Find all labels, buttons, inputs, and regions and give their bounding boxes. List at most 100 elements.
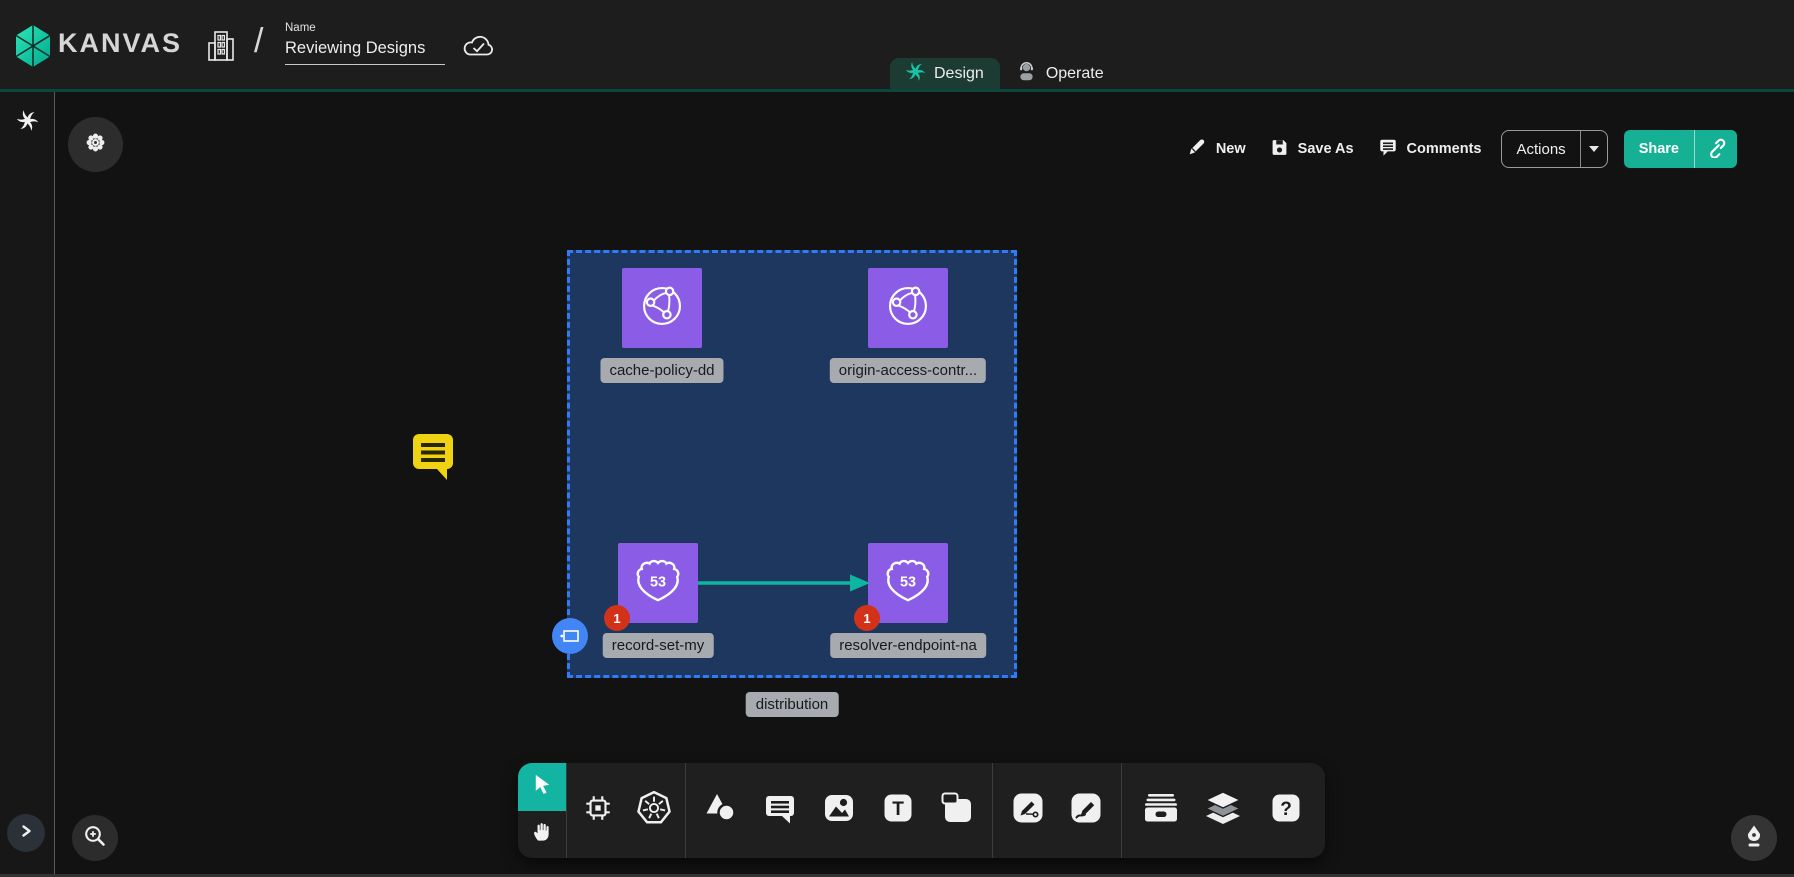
comment-lines-icon xyxy=(763,791,797,830)
zoom-in-button[interactable] xyxy=(72,815,118,861)
svg-text:53: 53 xyxy=(650,574,666,590)
tool-dock: T xyxy=(518,763,1325,858)
pan-tool[interactable] xyxy=(518,811,566,859)
text-tool-icon: T xyxy=(882,792,914,829)
text-tool[interactable]: T xyxy=(874,763,922,858)
hand-icon xyxy=(531,820,554,848)
comments-button[interactable]: Comments xyxy=(1378,137,1482,161)
kanvas-logo-icon xyxy=(13,24,53,73)
svg-text:T: T xyxy=(892,799,904,820)
node-label-cache-policy: cache-policy-dd xyxy=(600,358,723,383)
pen-path-tool[interactable] xyxy=(1004,763,1052,858)
design-name-field: Name xyxy=(285,22,445,65)
freehand-pencil-tool[interactable] xyxy=(1062,763,1110,858)
app-header: KANVAS / Name xyxy=(0,0,1794,92)
help-tool[interactable]: ? xyxy=(1262,763,1310,858)
left-sidebar xyxy=(0,92,55,877)
cursor-arrow-icon xyxy=(531,773,554,801)
caret-down-icon xyxy=(1589,146,1599,152)
comment-marker-icon[interactable] xyxy=(411,431,457,486)
shapes-tool[interactable] xyxy=(697,763,745,858)
layers-icon xyxy=(1203,789,1243,832)
selection-group-distribution[interactable]: 53 53 1 1 cache-po xyxy=(567,250,1017,678)
actions-caret-cell[interactable] xyxy=(1581,131,1607,167)
design-name-input[interactable] xyxy=(285,37,445,65)
chevron-right-icon xyxy=(19,824,33,843)
node-label-resolver-endpoint: resolver-endpoint-na xyxy=(830,633,986,658)
node-record-set[interactable]: 53 xyxy=(618,543,698,623)
drawer-archive-icon xyxy=(1142,792,1180,829)
card-icon xyxy=(939,790,975,831)
whiteboard-tools: T xyxy=(686,763,992,858)
design-spiral-icon xyxy=(906,62,925,86)
group-label-distribution: distribution xyxy=(746,692,839,717)
cloudfront-globe-icon xyxy=(637,281,687,336)
floppy-save-icon xyxy=(1270,138,1289,161)
chip-circuit-icon xyxy=(582,792,614,829)
resolver-endpoint-error-badge[interactable]: 1 xyxy=(854,605,880,631)
pointer-tool-column xyxy=(518,763,566,858)
utility-tools: ? xyxy=(1122,763,1324,858)
help-icon: ? xyxy=(1270,792,1302,829)
card-tool[interactable] xyxy=(933,763,981,858)
comment-tool[interactable] xyxy=(756,763,804,858)
sidebar-expand-button[interactable] xyxy=(7,814,45,852)
freehand-pencil-icon xyxy=(1069,791,1103,830)
svg-text:?: ? xyxy=(1280,799,1292,820)
new-button[interactable]: New xyxy=(1187,137,1246,161)
edge-record-set-to-resolver[interactable] xyxy=(698,572,870,599)
record-set-error-badge[interactable]: 1 xyxy=(604,605,630,631)
magnifier-plus-icon xyxy=(83,824,107,853)
app-spiral-icon[interactable] xyxy=(17,110,38,136)
pen-nib-icon xyxy=(1743,824,1765,853)
actions-dropdown-button[interactable]: Actions xyxy=(1501,130,1607,168)
archive-tool[interactable] xyxy=(1137,763,1185,858)
copy-link-button[interactable] xyxy=(1695,130,1737,168)
node-origin-access-control[interactable] xyxy=(868,268,948,348)
design-canvas[interactable]: New Save As xyxy=(0,92,1794,877)
share-button[interactable]: Share xyxy=(1624,130,1737,168)
components-tool[interactable] xyxy=(574,763,622,858)
node-cache-policy[interactable] xyxy=(622,268,702,348)
save-as-button[interactable]: Save As xyxy=(1270,138,1354,161)
tab-design-label: Design xyxy=(934,65,984,83)
tab-operate[interactable]: Operate xyxy=(1000,58,1120,89)
breadcrumb-slash: / xyxy=(254,22,263,61)
logo-wordmark: KANVAS xyxy=(58,28,182,59)
tab-design[interactable]: Design xyxy=(890,58,1000,89)
pen-path-icon xyxy=(1011,791,1045,830)
pen-mode-button[interactable] xyxy=(1731,815,1777,861)
organization-icon[interactable] xyxy=(206,28,236,69)
kubernetes-tool[interactable] xyxy=(630,763,678,858)
layers-tool[interactable] xyxy=(1199,763,1247,858)
app-window: KANVAS / Name xyxy=(0,0,1794,877)
new-label: New xyxy=(1216,141,1246,157)
node-label-origin-access-control: origin-access-contr... xyxy=(830,358,986,383)
mode-tabs: Design Operate xyxy=(890,57,1120,89)
select-tool[interactable] xyxy=(518,763,566,811)
save-as-label: Save As xyxy=(1298,141,1354,157)
route53-shield-icon: 53 xyxy=(884,557,932,610)
link-icon xyxy=(1706,137,1727,162)
svg-text:53: 53 xyxy=(900,574,916,590)
image-tool[interactable] xyxy=(815,763,863,858)
header-right-cluster: 1 xyxy=(1574,0,1794,92)
flower-icon xyxy=(83,130,108,160)
kubernetes-helm-icon xyxy=(637,791,671,830)
share-label: Share xyxy=(1624,130,1694,168)
infrastructure-tools xyxy=(567,763,685,858)
cloud-sync-icon xyxy=(460,32,496,65)
pencil-icon xyxy=(1187,137,1207,161)
tab-operate-label: Operate xyxy=(1046,65,1104,83)
shapes-icon xyxy=(704,791,738,830)
route53-shield-icon: 53 xyxy=(634,557,682,610)
drawing-tools xyxy=(993,763,1121,858)
name-field-label: Name xyxy=(285,22,445,34)
node-resolver-endpoint[interactable]: 53 xyxy=(868,543,948,623)
image-icon xyxy=(822,791,856,830)
comment-bubble-icon xyxy=(1378,137,1398,161)
operator-headset-icon xyxy=(1016,61,1037,87)
shapes-fab-button[interactable] xyxy=(68,117,123,172)
selection-handle[interactable] xyxy=(552,618,588,654)
node-label-record-set: record-set-my xyxy=(603,633,714,658)
